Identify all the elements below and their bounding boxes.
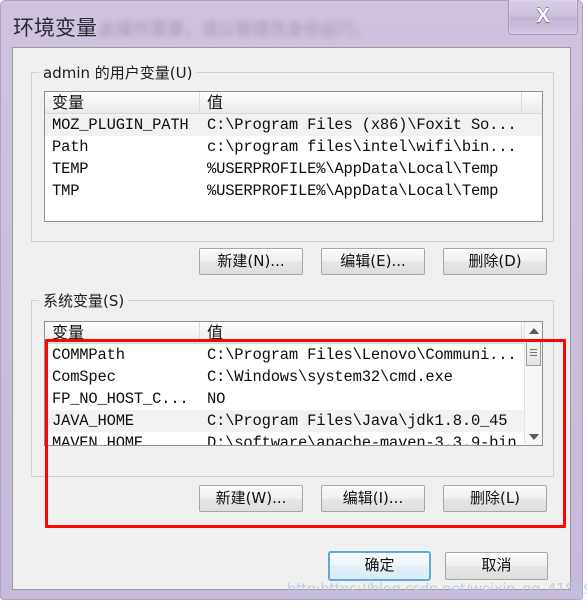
system-variables-group: 系统变量(S) 变量 值 COMMPath C:\Program Files\L… <box>31 290 554 477</box>
user-column-header-filler <box>522 92 542 113</box>
user-column-header-name[interactable]: 变量 <box>45 92 200 113</box>
table-row[interactable]: MOZ_PLUGIN_PATH C:\Program Files (x86)\F… <box>45 114 542 136</box>
environment-variables-dialog: 环境变量 此操作需要，请以管理员身份运行。 X admin 的用户变量(U) 变… <box>0 0 583 600</box>
cancel-button[interactable]: 取消 <box>445 552 548 580</box>
table-row[interactable]: TMP %USERPROFILE%\AppData\Local\Temp <box>45 180 542 202</box>
user-variable-name: Path <box>52 137 89 156</box>
system-variable-name: ComSpec <box>52 367 116 386</box>
user-variable-value: C:\Program Files (x86)\Foxit So... <box>207 115 517 134</box>
user-new-button[interactable]: 新建(N)... <box>199 248 303 275</box>
system-variables-listview[interactable]: 变量 值 COMMPath C:\Program Files\Lenovo\Co… <box>44 321 543 446</box>
user-variable-name: MOZ_PLUGIN_PATH <box>52 115 189 134</box>
scroll-up-arrow-icon[interactable] <box>525 322 542 339</box>
system-variable-value: C:\Program Files\Lenovo\Communi... <box>207 345 517 364</box>
user-delete-button[interactable]: 删除(D) <box>443 248 547 275</box>
system-column-header-value[interactable]: 值 <box>200 322 522 343</box>
table-row[interactable]: MAVEN_HOME D:\software\apache-maven-3.3.… <box>45 432 542 446</box>
user-variable-value: c:\program files\intel\wifi\bin... <box>207 137 517 156</box>
close-icon: X <box>536 5 550 27</box>
table-row[interactable]: JAVA_HOME C:\Program Files\Java\jdk1.8.0… <box>45 410 542 432</box>
user-variable-value: %USERPROFILE%\AppData\Local\Temp <box>207 159 499 178</box>
user-variables-header-row: 变量 值 <box>45 92 542 114</box>
user-variables-listview[interactable]: 变量 值 MOZ_PLUGIN_PATH C:\Program Files (x… <box>44 91 543 222</box>
system-column-header-name[interactable]: 变量 <box>45 322 200 343</box>
table-row[interactable]: Path c:\program files\intel\wifi\bin... <box>45 136 542 158</box>
user-edit-button[interactable]: 编辑(E)... <box>321 248 425 275</box>
system-variable-name: JAVA_HOME <box>52 411 134 430</box>
user-variable-name: TMP <box>52 181 80 200</box>
system-variable-value: C:\Program Files\Java\jdk1.8.0_45 <box>207 411 508 430</box>
watermark-text: http:https://blog.csdn.net/weixin_qq_418… <box>287 580 587 598</box>
system-variable-value: NO <box>207 389 226 408</box>
system-variables-legend: 系统变量(S) <box>39 290 129 311</box>
scrollbar-thumb-grip-icon <box>530 349 537 358</box>
system-variable-name: FP_NO_HOST_C... <box>52 389 189 408</box>
screenshot-root: 环境变量 此操作需要，请以管理员身份运行。 X admin 的用户变量(U) 变… <box>0 0 587 611</box>
user-variable-name: TEMP <box>52 159 89 178</box>
system-variable-name: COMMPath <box>52 345 125 364</box>
system-variables-header-row: 变量 值 <box>45 322 542 344</box>
user-variables-group: admin 的用户变量(U) 变量 值 MOZ_PLUGIN_PATH C:\P… <box>31 62 554 242</box>
user-variables-legend: admin 的用户变量(U) <box>39 62 197 83</box>
window-title: 环境变量 <box>13 16 97 40</box>
system-variable-name: MAVEN_HOME <box>52 433 144 446</box>
table-row[interactable]: COMMPath C:\Program Files\Lenovo\Communi… <box>45 344 542 366</box>
user-variable-value: %USERPROFILE%\AppData\Local\Temp <box>207 181 499 200</box>
system-variables-rows: COMMPath C:\Program Files\Lenovo\Communi… <box>45 344 542 446</box>
title-bar[interactable]: 环境变量 此操作需要，请以管理员身份运行。 X <box>1 0 582 45</box>
system-edit-button[interactable]: 编辑(I)... <box>321 485 425 512</box>
system-new-button[interactable]: 新建(W)... <box>199 485 303 512</box>
close-button[interactable]: X <box>508 0 578 35</box>
ok-button[interactable]: 确定 <box>328 551 431 581</box>
scroll-down-arrow-icon[interactable] <box>525 428 542 445</box>
window-title-blurred-text: 此操作需要，请以管理员身份运行。 <box>99 20 371 40</box>
dialog-client-area: admin 的用户变量(U) 变量 值 MOZ_PLUGIN_PATH C:\P… <box>12 47 571 590</box>
table-row[interactable]: FP_NO_HOST_C... NO <box>45 388 542 410</box>
user-variables-rows: MOZ_PLUGIN_PATH C:\Program Files (x86)\F… <box>45 114 542 202</box>
system-variables-scrollbar[interactable] <box>524 322 542 445</box>
table-row[interactable]: TEMP %USERPROFILE%\AppData\Local\Temp <box>45 158 542 180</box>
user-column-header-value[interactable]: 值 <box>200 92 522 113</box>
system-delete-button[interactable]: 删除(L) <box>443 485 547 512</box>
scrollbar-thumb[interactable] <box>526 341 541 366</box>
table-row[interactable]: ComSpec C:\Windows\system32\cmd.exe <box>45 366 542 388</box>
system-variable-value: D:\software\apache-maven-3.3.9-bin <box>207 433 517 446</box>
system-variable-value: C:\Windows\system32\cmd.exe <box>207 367 453 386</box>
